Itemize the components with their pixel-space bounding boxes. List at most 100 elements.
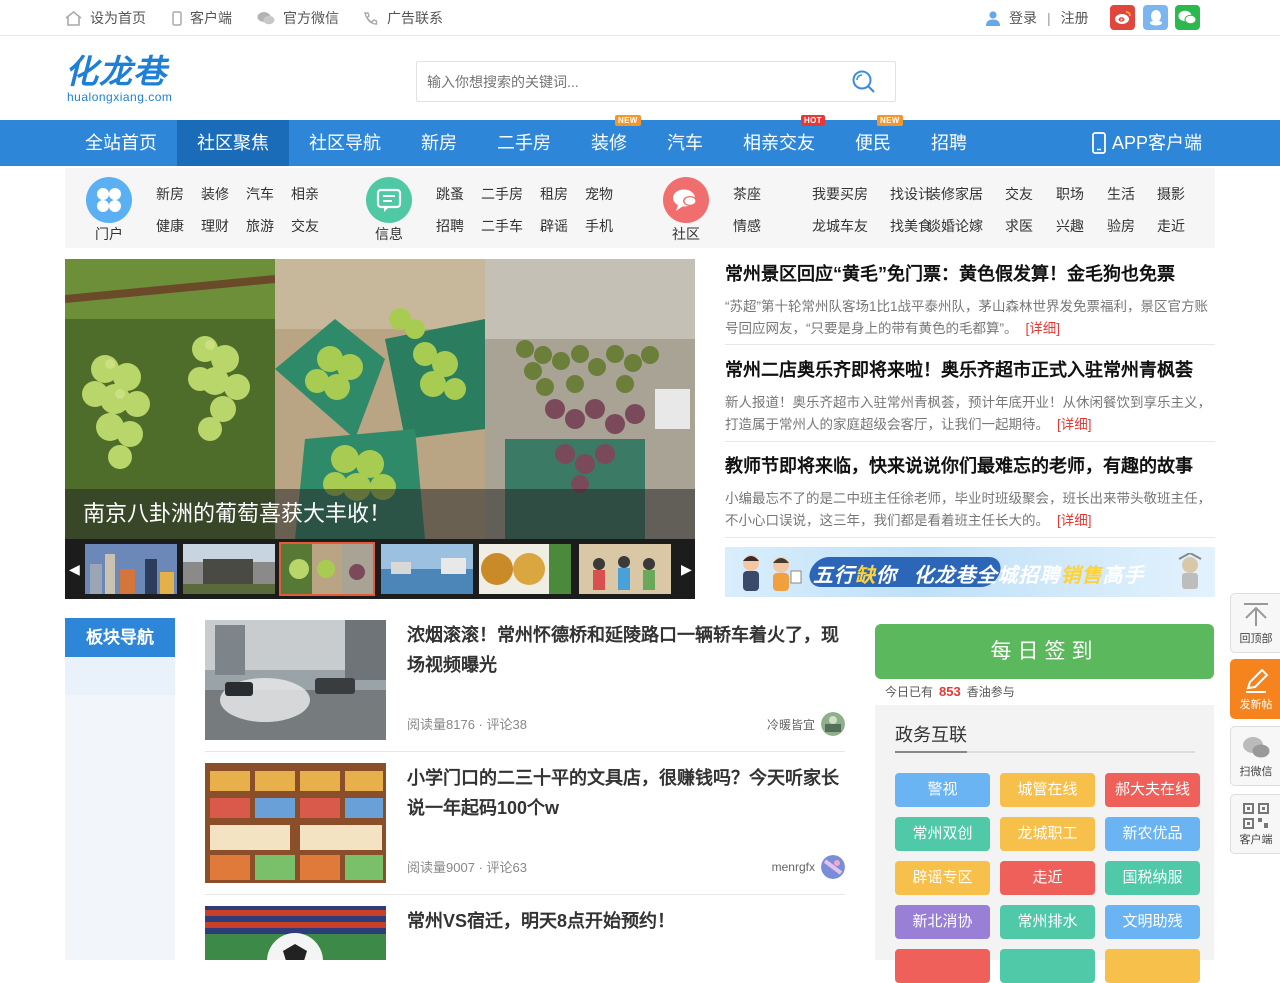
next-arrow-icon[interactable]: ▶ xyxy=(681,561,692,578)
set-homepage-link[interactable]: 设为首页 xyxy=(65,8,146,28)
quick-link[interactable]: 摄影 xyxy=(1157,184,1185,204)
banner-carousel[interactable]: 南京八卦洲的葡萄喜获大丰收！ ◀ ▶ xyxy=(65,259,695,599)
headline-news-item[interactable]: 常州景区回应“黄毛”免门票：黄色假发算！金毛狗也免票 “苏超”第十轮常州队客场1… xyxy=(725,260,1215,340)
board-nav-item[interactable] xyxy=(65,847,175,885)
gov-link-button[interactable]: 警视 xyxy=(895,773,990,807)
site-logo[interactable]: 化龙巷 hualongxiang.com xyxy=(65,54,172,105)
official-wechat-link[interactable]: 官方微信 xyxy=(257,8,339,28)
news-more-link[interactable]: [详细] xyxy=(1057,513,1092,528)
gov-link-button[interactable]: 辟谣专区 xyxy=(895,861,990,895)
post-thumbnail[interactable] xyxy=(205,620,386,740)
thumbnail[interactable] xyxy=(579,544,671,594)
quick-link[interactable]: 旅游 xyxy=(246,216,274,236)
headline-news-item[interactable]: 教师节即将来临，快来说说你们最难忘的老师，有趣的故事 小编最忘不了的是二中班主任… xyxy=(725,452,1215,532)
post-item[interactable]: 常州VS宿迁，明天8点开始预约！ xyxy=(205,906,845,960)
weibo-button[interactable] xyxy=(1110,5,1135,30)
quick-link[interactable]: 手机 xyxy=(585,216,613,236)
nav-item-community-focus[interactable]: 社区聚焦 xyxy=(177,120,289,166)
quick-link[interactable]: 情感 xyxy=(733,216,761,236)
nav-item-new-house[interactable]: 新房 xyxy=(401,120,477,166)
quick-link[interactable]: 新房 xyxy=(156,184,184,204)
post-author[interactable]: 冷暖皆宜 xyxy=(767,712,845,736)
quick-link[interactable]: 找设计 xyxy=(890,184,932,204)
nav-item-community-nav[interactable]: 社区导航 xyxy=(289,120,401,166)
quick-link[interactable]: 宠物 xyxy=(585,184,613,204)
post-item[interactable]: 浓烟滚滚！常州怀德桥和延陵路口一辆轿车着火了，现场视频曝光 阅读量8176 · … xyxy=(205,620,845,740)
community-icon[interactable] xyxy=(663,177,709,223)
board-nav-item[interactable] xyxy=(65,923,175,961)
quick-link[interactable]: 兴趣 xyxy=(1056,216,1084,236)
prev-arrow-icon[interactable]: ◀ xyxy=(69,561,80,578)
gov-link-button[interactable]: 郝大夫在线 xyxy=(1105,773,1200,807)
back-to-top-button[interactable]: 回顶部 xyxy=(1230,593,1280,653)
client-qr-button[interactable]: 客户端 xyxy=(1230,794,1280,854)
quick-link[interactable]: 装修 xyxy=(201,184,229,204)
scan-wechat-button[interactable]: 扫微信 xyxy=(1230,726,1280,786)
gov-link-button[interactable]: 龙城职工 xyxy=(1000,817,1095,851)
recruitment-ad-banner[interactable]: 五行缺你 化龙巷全城招聘销售高手 xyxy=(725,547,1215,597)
login-link[interactable]: 登录 xyxy=(1009,8,1037,28)
quick-link[interactable]: 找美食 xyxy=(890,216,932,236)
client-link[interactable]: 客户端 xyxy=(172,8,232,28)
nav-item-convenience[interactable]: 便民 NEW xyxy=(835,115,911,166)
quick-link[interactable]: 职场 xyxy=(1056,184,1084,204)
news-title[interactable]: 常州景区回应“黄毛”免门票：黄色假发算！金毛狗也免票 xyxy=(725,260,1215,286)
quick-link[interactable]: 跳蚤 xyxy=(436,184,464,204)
board-nav-item[interactable] xyxy=(65,733,175,771)
thumbnail[interactable] xyxy=(381,544,473,594)
board-nav-item[interactable] xyxy=(65,885,175,923)
quick-link[interactable]: 辟谣 xyxy=(540,216,568,236)
quick-link[interactable]: 谈婚论嫁 xyxy=(927,216,983,236)
news-title[interactable]: 常州二店奥乐齐即将来啦！奥乐齐超市正式入驻常州青枫荟 xyxy=(725,356,1215,382)
post-title[interactable]: 浓烟滚滚！常州怀德桥和延陵路口一辆轿车着火了，现场视频曝光 xyxy=(407,620,847,680)
board-nav-item[interactable] xyxy=(65,771,175,809)
register-link[interactable]: 注册 xyxy=(1061,8,1089,28)
quick-link[interactable]: 交友 xyxy=(291,216,319,236)
ad-contact-link[interactable]: 广告联系 xyxy=(362,8,443,28)
quick-link[interactable]: 二手车 xyxy=(481,216,523,236)
qq-button[interactable] xyxy=(1143,5,1168,30)
gov-link-button-partial[interactable] xyxy=(895,949,990,983)
nav-item-dating[interactable]: 相亲交友 HOT xyxy=(723,115,835,166)
gov-link-button[interactable]: 文明助残 xyxy=(1105,905,1200,939)
quick-link[interactable]: 相亲 xyxy=(291,184,319,204)
quick-link[interactable]: 招聘 xyxy=(436,216,464,236)
post-thumbnail[interactable] xyxy=(205,763,386,883)
board-nav-item[interactable] xyxy=(65,809,175,847)
quick-link[interactable]: 茶座 xyxy=(733,184,761,204)
portal-icon[interactable] xyxy=(86,177,132,223)
gov-link-button[interactable]: 常州排水 xyxy=(1000,905,1095,939)
quick-link[interactable]: 汽车 xyxy=(246,184,274,204)
post-title[interactable]: 小学门口的二三十平的文具店，很赚钱吗？今天听家长说一年起码100个w xyxy=(407,763,847,823)
thumbnail-active[interactable] xyxy=(279,542,375,596)
gov-link-button[interactable]: 新北消协 xyxy=(895,905,990,939)
post-item[interactable]: 小学门口的二三十平的文具店，很赚钱吗？今天听家长说一年起码100个w 阅读量90… xyxy=(205,763,845,883)
quick-link[interactable]: 交友 xyxy=(1005,184,1033,204)
new-post-button[interactable]: 发新帖 xyxy=(1230,659,1280,719)
board-nav-item[interactable] xyxy=(65,695,175,733)
nav-item-home[interactable]: 全站首页 xyxy=(65,120,177,166)
quick-link[interactable]: 求医 xyxy=(1005,216,1033,236)
quick-link[interactable]: 我要买房 xyxy=(812,184,868,204)
quick-link[interactable]: 理财 xyxy=(201,216,229,236)
post-thumbnail[interactable] xyxy=(205,906,386,960)
headline-news-item[interactable]: 常州二店奥乐齐即将来啦！奥乐齐超市正式入驻常州青枫荟 新人报道！奥乐齐超市入驻常… xyxy=(725,356,1215,436)
thumbnail[interactable] xyxy=(183,544,275,594)
gov-link-button[interactable]: 新农优品 xyxy=(1105,817,1200,851)
quick-link[interactable]: 验房 xyxy=(1107,216,1135,236)
news-more-link[interactable]: [详细] xyxy=(1026,321,1061,336)
quick-link[interactable]: 二手房 xyxy=(481,184,523,204)
thumbnail[interactable] xyxy=(85,544,177,594)
quick-link[interactable]: 租房 xyxy=(540,184,568,204)
nav-item-second-hand-house[interactable]: 二手房 xyxy=(477,120,571,166)
gov-link-button-partial[interactable] xyxy=(1105,949,1200,983)
quick-link[interactable]: 龙城车友 xyxy=(812,216,868,236)
search-input[interactable] xyxy=(417,62,837,101)
nav-item-decoration[interactable]: 装修 NEW xyxy=(571,115,647,166)
info-icon[interactable] xyxy=(366,177,412,223)
news-title[interactable]: 教师节即将来临，快来说说你们最难忘的老师，有趣的故事 xyxy=(725,452,1215,478)
nav-item-car[interactable]: 汽车 xyxy=(647,120,723,166)
gov-link-button-partial[interactable] xyxy=(1000,949,1095,983)
quick-link[interactable]: 装修家居 xyxy=(927,184,983,204)
quick-link[interactable]: 走近 xyxy=(1157,216,1185,236)
